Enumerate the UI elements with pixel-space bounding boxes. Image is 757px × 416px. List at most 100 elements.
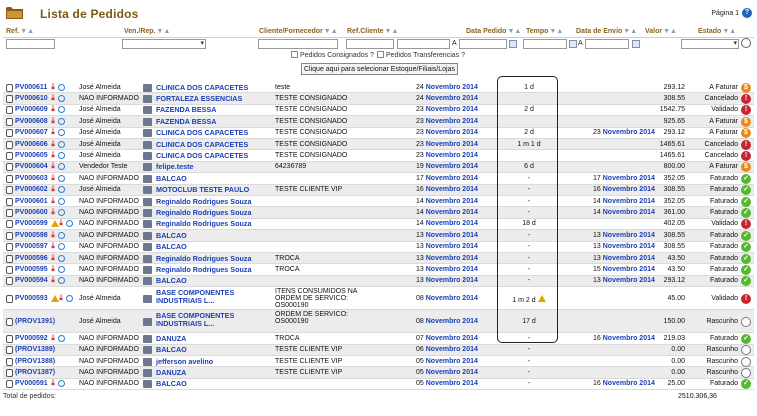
client-card-icon[interactable]	[143, 294, 152, 303]
table-row[interactable]: PV000591 ⤓ NAO INFORMADO BALCAO 05 Novembro …	[3, 379, 754, 391]
search-icon[interactable]	[58, 152, 66, 160]
order-ref-link[interactable]: (PROV1388)	[15, 358, 55, 365]
client-link[interactable]: BASE COMPONENTES INDUSTRIAIS L...	[156, 289, 238, 305]
search-icon[interactable]	[58, 83, 66, 91]
pdf-icon[interactable]: ⤓	[59, 219, 66, 227]
order-doc-icon[interactable]	[6, 317, 13, 326]
search-icon[interactable]	[58, 254, 66, 262]
order-ref-link[interactable]: PV000604	[15, 163, 48, 170]
client-card-icon[interactable]	[143, 106, 152, 115]
order-ref-link[interactable]: PV000598	[15, 232, 48, 239]
client-link[interactable]: BALCAO	[156, 243, 187, 251]
order-doc-icon[interactable]	[6, 334, 13, 343]
calendar-icon[interactable]	[632, 40, 640, 48]
pdf-icon[interactable]: ⤓	[51, 162, 58, 170]
order-ref-link[interactable]: PV000611	[15, 84, 47, 91]
data-pedido-from-input[interactable]	[397, 39, 450, 49]
client-card-icon[interactable]	[143, 380, 152, 389]
client-link[interactable]: MOTOCLUB TESTE PAULO	[156, 186, 249, 194]
status-icon[interactable]: ✓	[741, 276, 751, 287]
pdf-icon[interactable]: ⤓	[51, 128, 58, 136]
pdf-icon[interactable]: ⤓	[59, 293, 66, 302]
client-card-icon[interactable]	[143, 317, 152, 326]
client-card-icon[interactable]	[143, 277, 152, 286]
sort-icon[interactable]: ▼▲	[157, 28, 171, 35]
order-doc-icon[interactable]	[6, 163, 13, 172]
order-ref-link[interactable]: PV000603	[15, 175, 48, 182]
client-card-icon[interactable]	[143, 369, 152, 378]
order-ref-link[interactable]: PV000605	[15, 152, 48, 159]
order-doc-icon[interactable]	[6, 140, 13, 149]
status-icon[interactable]: !	[741, 293, 751, 304]
client-card-icon[interactable]	[143, 186, 152, 195]
table-row[interactable]: PV000592 ⤓ NAO INFORMADO DANUZA TROCA 07 Nove…	[3, 333, 754, 345]
status-icon[interactable]: $	[741, 116, 751, 127]
order-doc-icon[interactable]	[6, 152, 13, 161]
table-row[interactable]: PV000606 ⤓ José Almeida CLINICA DOS CAPACET…	[3, 139, 754, 151]
status-icon[interactable]: !	[741, 219, 751, 230]
search-icon[interactable]	[58, 129, 66, 137]
order-doc-icon[interactable]	[6, 174, 13, 183]
order-ref-link[interactable]: (PROV1391)	[15, 318, 55, 325]
search-icon[interactable]	[58, 380, 66, 388]
client-link[interactable]: BALCAO	[156, 277, 187, 285]
client-card-icon[interactable]	[143, 140, 152, 149]
order-ref-link[interactable]: PV000596	[15, 255, 48, 262]
client-link[interactable]: Reginaldo Rodrigues Souza	[156, 209, 251, 217]
pdf-icon[interactable]: ⤓	[51, 185, 58, 193]
order-ref-link[interactable]: PV000601	[15, 198, 48, 205]
cliente-filter-input[interactable]	[258, 39, 338, 49]
client-card-icon[interactable]	[143, 163, 152, 172]
status-icon[interactable]: ✓	[741, 208, 751, 219]
table-row[interactable]: PV000607 ⤓ José Almeida CLINICA DOS CAPACET…	[3, 128, 754, 139]
table-row[interactable]: PV000605 ⤓ José Almeida CLINICA DOS CAPACET…	[3, 150, 754, 162]
order-ref-link[interactable]: PV000593	[15, 295, 48, 302]
client-link[interactable]: FAZENDA BESSA	[156, 117, 216, 126]
pdf-icon[interactable]: ⤓	[51, 82, 58, 91]
status-icon[interactable]	[741, 345, 751, 356]
client-card-icon[interactable]	[143, 95, 152, 104]
search-icon[interactable]	[58, 117, 66, 125]
search-icon[interactable]	[58, 209, 66, 217]
pdf-icon[interactable]: ⤓	[51, 379, 58, 387]
table-row[interactable]: PV000604 ⤓ Vendedor Teste felipe.teste 64236…	[3, 161, 754, 174]
client-card-icon[interactable]	[143, 266, 152, 275]
col-header-ref[interactable]: Ref.▼▲	[6, 28, 34, 37]
order-doc-icon[interactable]	[6, 83, 13, 92]
client-link[interactable]: FORTALEZA ESSENCIAS	[156, 95, 242, 103]
sort-icon[interactable]: ▼▲	[385, 28, 399, 35]
pdf-icon[interactable]: ⤓	[51, 253, 58, 262]
client-link[interactable]: CLINICA DOS CAPACETES	[156, 83, 248, 92]
pdf-icon[interactable]: ⤓	[51, 196, 58, 205]
calendar-icon[interactable]	[509, 40, 517, 48]
client-card-icon[interactable]	[143, 117, 152, 126]
status-icon[interactable]	[741, 316, 751, 327]
order-ref-link[interactable]: PV000599	[15, 220, 48, 227]
status-icon[interactable]: !	[741, 139, 751, 150]
consignados-filter[interactable]: Pedidos Consignados ?	[291, 51, 374, 59]
client-link[interactable]: jefferson avelino	[156, 357, 213, 366]
col-header-valor[interactable]: Valor▼▲	[645, 28, 677, 37]
pdf-icon[interactable]: ⤓	[51, 173, 58, 182]
status-icon[interactable]: ✓	[741, 242, 751, 253]
table-row[interactable]: PV000599 ⤓ NAO INFORMADO Reginaldo Rodrigue…	[3, 219, 754, 231]
col-header-vendedor[interactable]: Ven./Rep.▼▲	[124, 28, 170, 37]
order-ref-link[interactable]: (PROV1389)	[15, 346, 55, 353]
sort-icon[interactable]: ▼▲	[549, 28, 563, 35]
table-row[interactable]: PV000609 ⤓ José Almeida FAZENDA BESSA TESTE …	[3, 105, 754, 117]
ref-filter-input[interactable]	[6, 39, 55, 49]
tempo-filter-input[interactable]	[523, 39, 567, 49]
order-ref-link[interactable]: (PROV1387)	[15, 369, 55, 376]
data-pedido-to-input[interactable]	[459, 39, 507, 49]
status-icon[interactable]	[741, 356, 751, 367]
table-row[interactable]: PV000601 ⤓ NAO INFORMADO Reginaldo Rodrigue…	[3, 196, 754, 208]
table-row[interactable]: (PROV1391) José Almeida BASE COMPONENTES I…	[3, 310, 754, 334]
table-row[interactable]: PV000600 ⤓ NAO INFORMADO Reginaldo Rodrigue…	[3, 207, 754, 219]
order-ref-link[interactable]: PV000597	[15, 243, 48, 250]
pdf-icon[interactable]: ⤓	[51, 139, 58, 148]
client-card-icon[interactable]	[143, 254, 152, 263]
status-icon[interactable]: ✓	[741, 333, 751, 344]
client-card-icon[interactable]	[143, 197, 152, 206]
client-link[interactable]: BALCAO	[156, 231, 187, 240]
order-doc-icon[interactable]	[6, 197, 13, 206]
